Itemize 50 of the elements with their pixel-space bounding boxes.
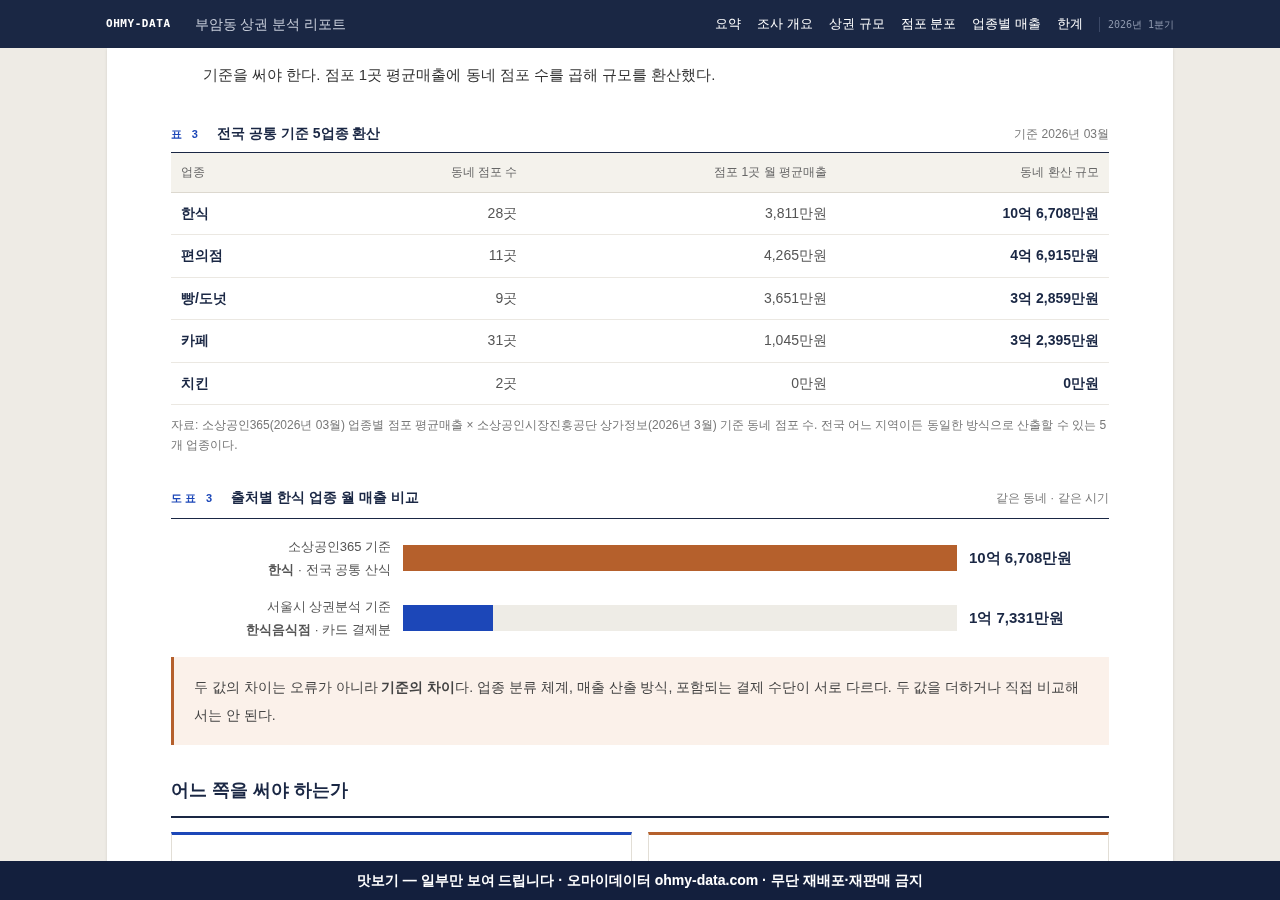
table-cell: 0만원 <box>836 362 1109 405</box>
table-cell: 31곳 <box>324 319 528 362</box>
table-tag: 표 3 <box>171 125 202 142</box>
report-title: 부암동 상권 분석 리포트 <box>194 14 347 34</box>
table-cell: 치킨 <box>171 362 325 405</box>
bar-source-label: 서울시 상권분석 기준 <box>265 598 391 616</box>
callout-note: 두 값의 차이는 오류가 아니라 기준의 차이다. 업종 분류 체계, 매출 산출 방식, 포함되는 결제 수단이 서로 다르다. 두 값을 더하거나 직접 비교해서는 안 된다. <box>171 657 1109 745</box>
bar-value: 10억 6,708만원 <box>969 547 1073 568</box>
table-cell: 1,045만원 <box>527 319 837 362</box>
figure-note: 같은 동네 · 같은 시기 <box>995 490 1109 507</box>
banner-text: 맛보기 — 일부만 보여 드립니다 · 오마이데이터 ohmy-data.com · 무단 재배포·재판매 금지 <box>356 871 924 890</box>
bar-category-label: 한식 · 전국 공통 산식 <box>267 561 391 579</box>
table-source: 자료: 소상공인365(2026년 03월) 업종별 점포 평균매출 × 소상공인시장진흥공단 상가정보(2026년 3월) 기준 동네 점포 수. 전국 어느 지역이든 동일한 방식으로 산출할 수 있는 5개 업종이다. <box>171 417 1108 454</box>
table-cell: 카페 <box>171 319 325 362</box>
bar-value: 1억 7,331만원 <box>969 607 1065 628</box>
table-cell: 0만원 <box>527 362 837 405</box>
table-title: 전국 공통 기준 5업종 환산 <box>217 123 381 143</box>
figure-tag: 도표 3 <box>171 490 216 507</box>
brand-logo[interactable]: OHMY-DATA <box>106 15 171 33</box>
period-label: 2026년 1분기 <box>1098 16 1174 32</box>
column-header: 동네 점포 수 <box>324 152 528 192</box>
table-cell: 28곳 <box>324 192 528 235</box>
table-cell: 4,265만원 <box>527 234 837 277</box>
table-cell: 3억 2,395만원 <box>836 319 1109 362</box>
nav-link[interactable]: 요약 <box>715 14 742 34</box>
section-heading: 어느 쪽을 써야 하는가 <box>171 777 1109 818</box>
table-cell: 3,651만원 <box>527 277 837 320</box>
column-header: 업종 <box>171 152 325 192</box>
table-cell: 한식 <box>171 192 325 235</box>
nav-link[interactable]: 한계 <box>1056 14 1083 34</box>
nav-link[interactable]: 조사 개요 <box>757 14 813 34</box>
intro-paragraph: 기준을 써야 한다. 점포 1곳 평균매출에 동네 점포 수를 곱해 규모를 환산했다. <box>202 65 717 85</box>
bar-source-label: 소상공인365 기준 <box>286 538 391 556</box>
table-cell: 9곳 <box>324 277 528 320</box>
table-cell: 3억 2,859만원 <box>836 277 1109 320</box>
table-note: 기준 2026년 03월 <box>1014 125 1109 143</box>
column-header: 점포 1곳 월 평균매출 <box>527 152 837 192</box>
table-cell: 10억 6,708만원 <box>836 192 1109 235</box>
table-cell: 11곳 <box>324 234 528 277</box>
nav-link[interactable]: 점포 분포 <box>900 14 957 34</box>
table-cell: 4억 6,915만원 <box>836 234 1109 277</box>
table-cell: 편의점 <box>171 234 325 277</box>
nav-link[interactable]: 상권 규모 <box>829 14 885 34</box>
column-header: 동네 환산 규모 <box>836 152 1109 192</box>
table-cell: 빵/도넛 <box>171 277 325 320</box>
bar-category-label: 한식음식점 · 카드 결제분 <box>244 621 391 639</box>
nav-link[interactable]: 업종별 매출 <box>972 14 1041 34</box>
table-cell: 2곳 <box>324 362 528 405</box>
table-cell: 3,811만원 <box>527 192 837 235</box>
figure-title: 출처별 한식 업종 월 매출 비교 <box>231 488 419 507</box>
